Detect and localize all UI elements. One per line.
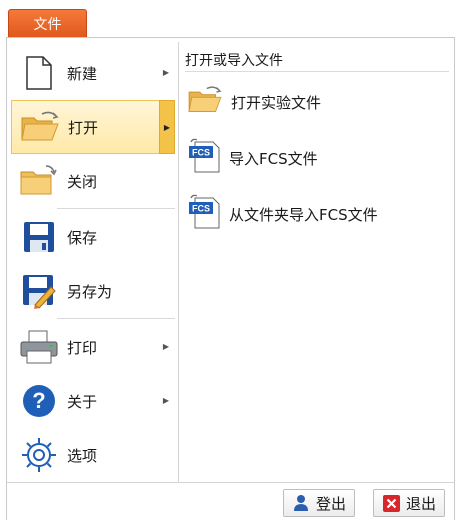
submenu-arrow-icon: ▶ bbox=[162, 68, 169, 77]
svg-text:FCS: FCS bbox=[192, 148, 210, 158]
submenu-arrow-icon: ▶ bbox=[159, 100, 175, 154]
svg-text:?: ? bbox=[32, 388, 45, 413]
close-icon bbox=[382, 494, 400, 512]
menu-item-label: 关于 bbox=[67, 392, 98, 411]
logout-button[interactable]: 登出 bbox=[283, 489, 356, 517]
gear-icon bbox=[17, 433, 61, 477]
user-icon bbox=[292, 494, 310, 512]
fcs-file-icon: FCS bbox=[187, 138, 221, 178]
exit-button[interactable]: 退出 bbox=[373, 489, 446, 517]
svg-text:FCS: FCS bbox=[192, 204, 210, 214]
submenu-arrow-icon: ▶ bbox=[162, 396, 169, 405]
save-as-icon bbox=[17, 269, 61, 313]
menu-item-label: 选项 bbox=[67, 446, 98, 465]
submenu-item-label: 从文件夹导入FCS文件 bbox=[229, 205, 378, 224]
menu-item-save-as[interactable]: 另存为 bbox=[11, 264, 175, 318]
submenu-title: 打开或导入文件 bbox=[185, 50, 449, 72]
menu-item-label: 打开 bbox=[68, 118, 99, 137]
menu-item-save[interactable]: 保存 bbox=[11, 210, 175, 264]
exit-label: 退出 bbox=[406, 494, 437, 513]
backstage-menu: 新建 ▶ 打开 ▶ 关闭 保存 另存为 打印 ▶ ? 关于 ▶ 选项 打开或导入… bbox=[6, 37, 455, 520]
submenu-item-import-fcs[interactable]: FCS 导入FCS文件 bbox=[187, 138, 318, 178]
menu-item-label: 打印 bbox=[67, 338, 98, 357]
menu-item-new[interactable]: 新建 ▶ bbox=[11, 46, 175, 100]
submenu-panel: 打开或导入文件 打开实验文件 FCS 导入FCS文件 FCS 从文件夹导入FCS… bbox=[178, 42, 454, 482]
submenu-item-label: 打开实验文件 bbox=[231, 93, 322, 112]
menu-command-list: 新建 ▶ 打开 ▶ 关闭 保存 另存为 打印 ▶ ? 关于 ▶ 选项 bbox=[7, 38, 177, 482]
menu-item-label: 关闭 bbox=[67, 172, 98, 191]
file-tab[interactable]: 文件 bbox=[8, 9, 87, 38]
save-icon bbox=[17, 215, 61, 259]
menu-item-about[interactable]: ? 关于 ▶ bbox=[11, 374, 175, 428]
menu-item-label: 保存 bbox=[67, 228, 98, 247]
menu-item-options[interactable]: 选项 bbox=[11, 428, 175, 482]
menu-item-label: 新建 bbox=[67, 64, 98, 83]
menu-separator bbox=[57, 318, 175, 319]
submenu-item-open-experiment[interactable]: 打开实验文件 bbox=[187, 82, 321, 122]
menu-item-close[interactable]: 关闭 bbox=[11, 154, 175, 208]
help-icon: ? bbox=[17, 379, 61, 423]
close-folder-icon bbox=[17, 159, 61, 203]
menu-footer: 登出 退出 bbox=[7, 482, 454, 520]
printer-icon bbox=[17, 325, 61, 369]
fcs-file-icon: FCS bbox=[187, 194, 221, 234]
menu-item-print[interactable]: 打印 ▶ bbox=[11, 320, 175, 374]
logout-label: 登出 bbox=[316, 494, 347, 513]
ribbon-tab-bar: 文件 bbox=[0, 0, 455, 38]
new-document-icon bbox=[17, 51, 61, 95]
menu-separator bbox=[57, 208, 175, 209]
submenu-arrow-icon: ▶ bbox=[162, 342, 169, 351]
submenu-item-import-fcs-folder[interactable]: FCS 从文件夹导入FCS文件 bbox=[187, 194, 378, 234]
open-folder-icon bbox=[187, 85, 223, 119]
submenu-item-label: 导入FCS文件 bbox=[229, 149, 318, 168]
menu-item-open[interactable]: 打开 ▶ bbox=[11, 100, 175, 154]
menu-item-label: 另存为 bbox=[67, 282, 113, 301]
open-folder-icon bbox=[18, 105, 62, 149]
